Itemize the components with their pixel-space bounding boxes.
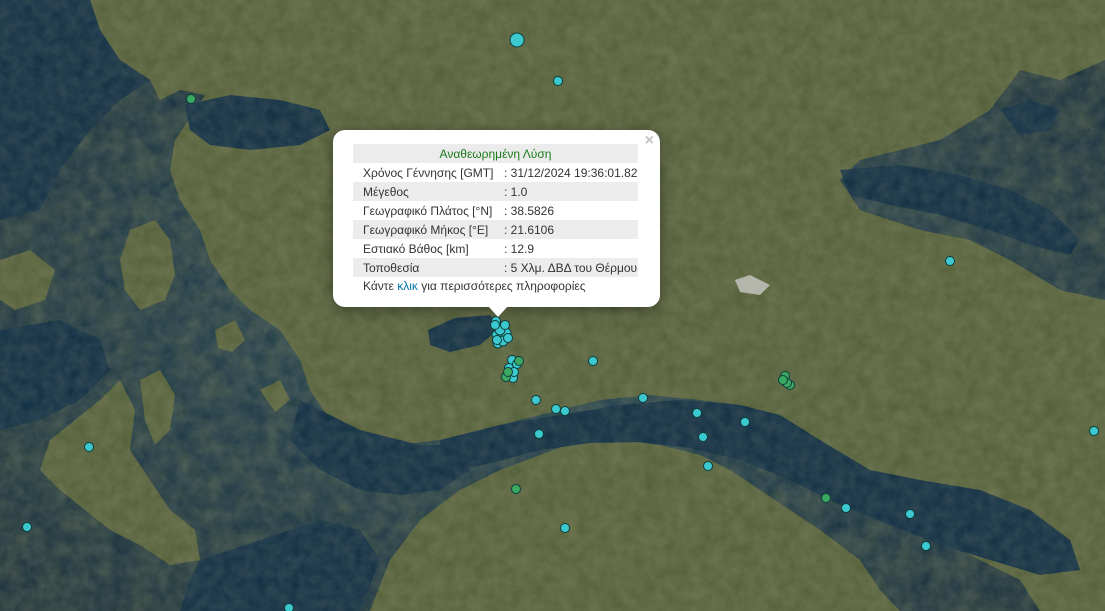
earthquake-marker[interactable] [514,356,524,366]
earthquake-marker[interactable] [492,335,502,345]
close-icon[interactable]: × [645,132,654,150]
row-value: : 12.9 [503,241,535,256]
earthquake-marker[interactable] [84,442,94,452]
info-row: Εστιακό Βάθος [km] : 12.9 [353,239,638,258]
earthquake-marker[interactable] [778,375,788,385]
earthquake-marker[interactable] [534,429,544,439]
earthquake-marker[interactable] [905,509,915,519]
earthquake-marker[interactable] [560,406,570,416]
earthquake-marker[interactable] [588,356,598,366]
earthquake-marker[interactable] [186,94,196,104]
row-value: : 38.5826 [503,203,555,218]
row-value: : 31/12/2024 19:36:01.82 [503,165,638,180]
row-label: Γεωγραφικό Μήκος [°E] [353,220,494,239]
earthquake-marker[interactable] [500,320,510,330]
earthquake-marker[interactable] [503,367,513,377]
earthquake-marker[interactable] [551,404,561,414]
earthquake-marker[interactable] [921,541,931,551]
earthquake-marker[interactable] [511,484,521,494]
earthquake-marker[interactable] [841,503,851,513]
info-row: Γεωγραφικό Πλάτος [°N] : 38.5826 [353,201,638,220]
more-info-link[interactable]: κλικ [397,279,418,293]
earthquake-marker[interactable] [698,432,708,442]
popup-info-table: Αναθεωρημένη Λύση Χρόνος Γέννησης [GMT]:… [353,144,638,277]
row-label: Εστιακό Βάθος [km] [363,241,469,256]
more-info-line: Κάντε κλικ για περισσότερες πληροφορίες [363,279,586,293]
info-row: Χρόνος Γέννησης [GMT] : 31/12/2024 19:36:… [353,163,638,182]
info-row: Γεωγραφικό Μήκος [°E]: 21.6106 [353,220,638,239]
earthquake-marker[interactable] [740,417,750,427]
earthquake-marker[interactable] [821,493,831,503]
info-row: Μέγεθος: 1.0 [353,182,638,201]
info-row: Τοποθεσία: 5 Χλμ. ΔΒΔ του Θέρμου [353,258,638,277]
row-value: : 5 Χλμ. ΔΒΔ του Θέρμου [493,258,638,277]
earthquake-marker[interactable] [560,523,570,533]
earthquake-info-popup: × Αναθεωρημένη Λύση Χρόνος Γέννησης [GMT… [333,130,660,307]
earthquake-marker[interactable] [703,461,713,471]
earthquake-marker[interactable] [490,320,500,330]
earthquake-marker[interactable] [284,603,294,611]
earthquake-marker[interactable] [509,32,525,48]
row-value: : 1.0 [493,182,638,201]
row-label: Μέγεθος [353,182,494,201]
earthquake-marker[interactable] [22,522,32,532]
earthquake-marker[interactable] [638,393,648,403]
earthquake-marker[interactable] [503,333,513,343]
earthquake-marker[interactable] [945,256,955,266]
row-label: Γεωγραφικό Πλάτος [°N] [363,203,493,218]
popup-title: Αναθεωρημένη Λύση [353,144,638,163]
earthquake-marker[interactable] [692,408,702,418]
row-value: : 21.6106 [493,220,638,239]
earthquake-marker[interactable] [531,395,541,405]
row-label: Τοποθεσία [353,258,494,277]
earthquake-marker[interactable] [1089,426,1099,436]
popup-tip [488,306,508,317]
earthquake-marker[interactable] [553,76,563,86]
row-label: Χρόνος Γέννησης [GMT] [363,165,494,180]
